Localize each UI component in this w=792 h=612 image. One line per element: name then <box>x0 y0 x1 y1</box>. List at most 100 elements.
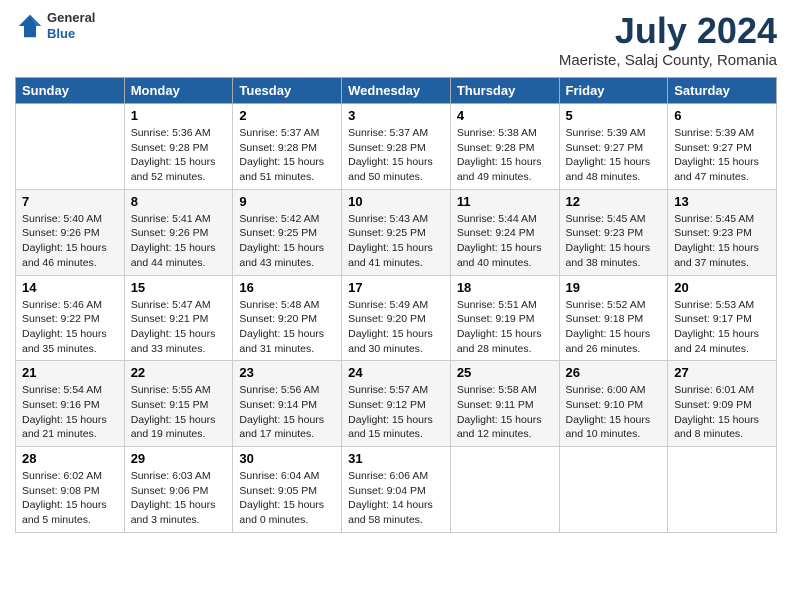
day-info: Sunrise: 5:58 AM Sunset: 9:11 PM Dayligh… <box>457 383 553 442</box>
day-info: Sunrise: 5:37 AM Sunset: 9:28 PM Dayligh… <box>239 126 335 185</box>
calendar-cell: 7 Sunrise: 5:40 AM Sunset: 9:26 PM Daylig… <box>16 189 125 275</box>
day-number: 3 <box>348 108 444 123</box>
calendar-table: SundayMondayTuesdayWednesdayThursdayFrid… <box>15 77 777 533</box>
day-number: 18 <box>457 280 553 295</box>
calendar-cell: 2 Sunrise: 5:37 AM Sunset: 9:28 PM Daylig… <box>233 104 342 190</box>
day-info: Sunrise: 6:02 AM Sunset: 9:08 PM Dayligh… <box>22 469 118 528</box>
day-info: Sunrise: 5:42 AM Sunset: 9:25 PM Dayligh… <box>239 212 335 271</box>
calendar-cell: 11 Sunrise: 5:44 AM Sunset: 9:24 PM Dayli… <box>450 189 559 275</box>
calendar-cell: 17 Sunrise: 5:49 AM Sunset: 9:20 PM Dayli… <box>342 275 451 361</box>
month-title: July 2024 <box>559 10 777 52</box>
weekday-header-tuesday: Tuesday <box>233 78 342 104</box>
calendar-cell: 25 Sunrise: 5:58 AM Sunset: 9:11 PM Dayli… <box>450 361 559 447</box>
day-info: Sunrise: 5:37 AM Sunset: 9:28 PM Dayligh… <box>348 126 444 185</box>
calendar-cell: 21 Sunrise: 5:54 AM Sunset: 9:16 PM Dayli… <box>16 361 125 447</box>
calendar-cell: 23 Sunrise: 5:56 AM Sunset: 9:14 PM Dayli… <box>233 361 342 447</box>
day-number: 28 <box>22 451 118 466</box>
logo-text: General Blue <box>47 10 95 41</box>
day-info: Sunrise: 5:49 AM Sunset: 9:20 PM Dayligh… <box>348 298 444 357</box>
calendar-cell: 13 Sunrise: 5:45 AM Sunset: 9:23 PM Dayli… <box>668 189 777 275</box>
calendar-cell: 22 Sunrise: 5:55 AM Sunset: 9:15 PM Dayli… <box>124 361 233 447</box>
day-info: Sunrise: 5:56 AM Sunset: 9:14 PM Dayligh… <box>239 383 335 442</box>
calendar-cell <box>668 447 777 533</box>
day-info: Sunrise: 5:44 AM Sunset: 9:24 PM Dayligh… <box>457 212 553 271</box>
weekday-header-monday: Monday <box>124 78 233 104</box>
day-info: Sunrise: 5:43 AM Sunset: 9:25 PM Dayligh… <box>348 212 444 271</box>
calendar-cell: 18 Sunrise: 5:51 AM Sunset: 9:19 PM Dayli… <box>450 275 559 361</box>
calendar-cell: 19 Sunrise: 5:52 AM Sunset: 9:18 PM Dayli… <box>559 275 668 361</box>
day-number: 16 <box>239 280 335 295</box>
calendar-cell <box>16 104 125 190</box>
day-number: 27 <box>674 365 770 380</box>
day-number: 15 <box>131 280 227 295</box>
calendar-cell: 26 Sunrise: 6:00 AM Sunset: 9:10 PM Dayli… <box>559 361 668 447</box>
day-number: 9 <box>239 194 335 209</box>
day-number: 2 <box>239 108 335 123</box>
day-info: Sunrise: 5:45 AM Sunset: 9:23 PM Dayligh… <box>674 212 770 271</box>
calendar-cell: 4Sunrise: 5:38 AM Sunset: 9:28 PM Daylig… <box>450 104 559 190</box>
day-number: 17 <box>348 280 444 295</box>
calendar-cell: 6 Sunrise: 5:39 AM Sunset: 9:27 PM Daylig… <box>668 104 777 190</box>
day-info: Sunrise: 5:54 AM Sunset: 9:16 PM Dayligh… <box>22 383 118 442</box>
day-info: Sunrise: 5:53 AM Sunset: 9:17 PM Dayligh… <box>674 298 770 357</box>
day-number: 21 <box>22 365 118 380</box>
day-info: Sunrise: 5:51 AM Sunset: 9:19 PM Dayligh… <box>457 298 553 357</box>
day-info: Sunrise: 5:52 AM Sunset: 9:18 PM Dayligh… <box>566 298 662 357</box>
day-info: Sunrise: 5:55 AM Sunset: 9:15 PM Dayligh… <box>131 383 227 442</box>
page-header: General Blue July 2024 Maeriste, Salaj C… <box>15 10 777 69</box>
day-info: Sunrise: 6:04 AM Sunset: 9:05 PM Dayligh… <box>239 469 335 528</box>
day-info: Sunrise: 5:40 AM Sunset: 9:26 PM Dayligh… <box>22 212 118 271</box>
day-number: 10 <box>348 194 444 209</box>
calendar-cell: 27 Sunrise: 6:01 AM Sunset: 9:09 PM Dayli… <box>668 361 777 447</box>
weekday-header-friday: Friday <box>559 78 668 104</box>
calendar-cell: 1Sunrise: 5:36 AM Sunset: 9:28 PM Daylig… <box>124 104 233 190</box>
day-number: 12 <box>566 194 662 209</box>
day-number: 25 <box>457 365 553 380</box>
day-info: Sunrise: 5:45 AM Sunset: 9:23 PM Dayligh… <box>566 212 662 271</box>
day-number: 19 <box>566 280 662 295</box>
calendar-cell: 9 Sunrise: 5:42 AM Sunset: 9:25 PM Daylig… <box>233 189 342 275</box>
calendar-cell: 28 Sunrise: 6:02 AM Sunset: 9:08 PM Dayli… <box>16 447 125 533</box>
day-number: 4 <box>457 108 553 123</box>
calendar-cell: 20Sunrise: 5:53 AM Sunset: 9:17 PM Dayli… <box>668 275 777 361</box>
day-number: 14 <box>22 280 118 295</box>
weekday-header-thursday: Thursday <box>450 78 559 104</box>
day-number: 8 <box>131 194 227 209</box>
day-info: Sunrise: 5:41 AM Sunset: 9:26 PM Dayligh… <box>131 212 227 271</box>
day-info: Sunrise: 6:01 AM Sunset: 9:09 PM Dayligh… <box>674 383 770 442</box>
day-number: 23 <box>239 365 335 380</box>
day-number: 22 <box>131 365 227 380</box>
calendar-cell: 3 Sunrise: 5:37 AM Sunset: 9:28 PM Daylig… <box>342 104 451 190</box>
day-info: Sunrise: 5:39 AM Sunset: 9:27 PM Dayligh… <box>674 126 770 185</box>
day-number: 6 <box>674 108 770 123</box>
day-number: 26 <box>566 365 662 380</box>
calendar-cell: 8 Sunrise: 5:41 AM Sunset: 9:26 PM Daylig… <box>124 189 233 275</box>
day-number: 7 <box>22 194 118 209</box>
day-info: Sunrise: 5:57 AM Sunset: 9:12 PM Dayligh… <box>348 383 444 442</box>
day-number: 13 <box>674 194 770 209</box>
day-info: Sunrise: 5:47 AM Sunset: 9:21 PM Dayligh… <box>131 298 227 357</box>
day-number: 5 <box>566 108 662 123</box>
weekday-header-sunday: Sunday <box>16 78 125 104</box>
calendar-cell: 30 Sunrise: 6:04 AM Sunset: 9:05 PM Dayli… <box>233 447 342 533</box>
day-number: 31 <box>348 451 444 466</box>
calendar-cell: 15 Sunrise: 5:47 AM Sunset: 9:21 PM Dayli… <box>124 275 233 361</box>
day-info: Sunrise: 5:46 AM Sunset: 9:22 PM Dayligh… <box>22 298 118 357</box>
day-info: Sunrise: 6:00 AM Sunset: 9:10 PM Dayligh… <box>566 383 662 442</box>
calendar-cell: 24Sunrise: 5:57 AM Sunset: 9:12 PM Dayli… <box>342 361 451 447</box>
calendar-cell: 10 Sunrise: 5:43 AM Sunset: 9:25 PM Dayli… <box>342 189 451 275</box>
calendar-cell <box>450 447 559 533</box>
day-info: Sunrise: 5:48 AM Sunset: 9:20 PM Dayligh… <box>239 298 335 357</box>
weekday-header-saturday: Saturday <box>668 78 777 104</box>
day-info: Sunrise: 6:06 AM Sunset: 9:04 PM Dayligh… <box>348 469 444 528</box>
logo: General Blue <box>15 10 95 41</box>
day-number: 11 <box>457 194 553 209</box>
day-info: Sunrise: 6:03 AM Sunset: 9:06 PM Dayligh… <box>131 469 227 528</box>
weekday-header-wednesday: Wednesday <box>342 78 451 104</box>
location: Maeriste, Salaj County, Romania <box>559 52 777 69</box>
day-number: 1 <box>131 108 227 123</box>
day-info: Sunrise: 5:39 AM Sunset: 9:27 PM Dayligh… <box>566 126 662 185</box>
calendar-cell: 5 Sunrise: 5:39 AM Sunset: 9:27 PM Daylig… <box>559 104 668 190</box>
calendar-cell: 12 Sunrise: 5:45 AM Sunset: 9:23 PM Dayli… <box>559 189 668 275</box>
day-number: 30 <box>239 451 335 466</box>
